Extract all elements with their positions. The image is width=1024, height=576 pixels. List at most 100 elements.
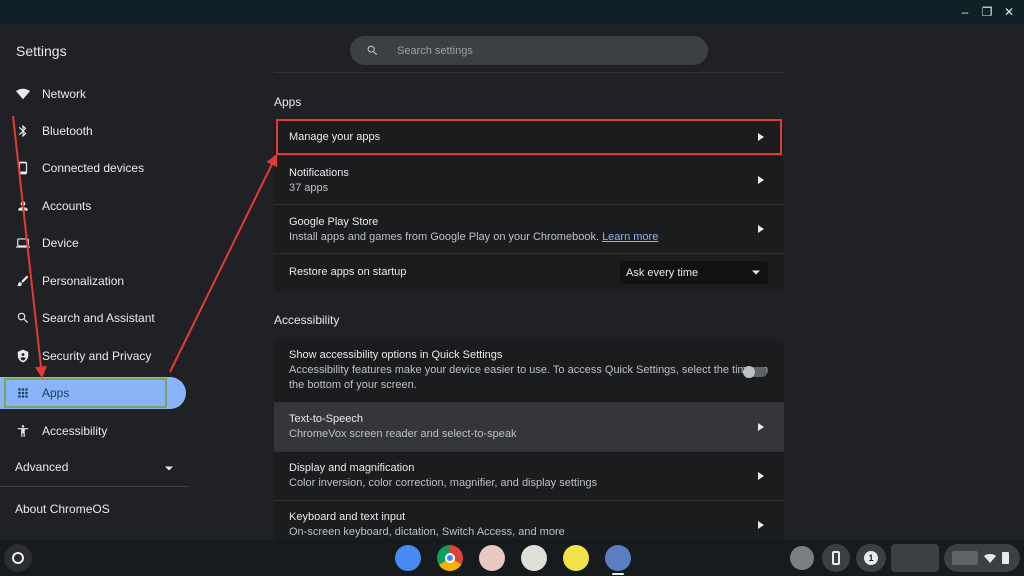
- sidebar-divider: [0, 486, 188, 487]
- close-button[interactable]: ✕: [1000, 4, 1018, 20]
- header-divider: [274, 72, 784, 73]
- sidebar-item-label: Connected devices: [42, 161, 145, 175]
- accessibility-icon: [16, 424, 30, 438]
- notification-tray[interactable]: 1: [856, 544, 886, 572]
- chevron-right-icon: [758, 176, 764, 184]
- launcher-button[interactable]: [4, 544, 32, 572]
- files-app-icon[interactable]: [395, 545, 421, 571]
- restore-apps-value: Ask every time: [626, 266, 699, 279]
- phone-hub-button[interactable]: [822, 544, 850, 572]
- sidebar-item-label: Device: [42, 236, 79, 250]
- display-title: Display and magnification: [289, 462, 415, 474]
- notification-count-badge: 1: [864, 551, 878, 565]
- sidebar-item-connected-devices[interactable]: Connected devices: [0, 152, 186, 184]
- play-store-description: Install apps and games from Google Play …: [289, 231, 599, 243]
- chrome-app-icon[interactable]: [437, 545, 463, 571]
- status-area[interactable]: [944, 544, 1020, 572]
- sidebar-item-search-assistant[interactable]: Search and Assistant: [0, 302, 186, 334]
- toggle-knob: [743, 366, 755, 378]
- sidebar-item-bluetooth[interactable]: Bluetooth: [0, 115, 186, 147]
- sidebar-item-personalization[interactable]: Personalization: [0, 265, 186, 297]
- window-titlebar: – ❐ ✕: [0, 0, 1024, 24]
- play-store-row[interactable]: Google Play Store Install apps and games…: [274, 205, 784, 254]
- active-app-indicator: [612, 573, 624, 575]
- app-icon-3[interactable]: [479, 545, 505, 571]
- status-area-time: [952, 551, 978, 565]
- display-magnification-row[interactable]: Display and magnification Color inversio…: [274, 452, 784, 501]
- restore-apps-row: Restore apps on startup Ask every time: [274, 254, 784, 291]
- notifications-title: Notifications: [289, 167, 349, 179]
- sidebar-item-label: Security and Privacy: [42, 349, 152, 363]
- settings-app: Settings Network Bluetooth Connected dev…: [0, 24, 1024, 540]
- quick-settings-desc-line1: Accessibility features make your device …: [289, 364, 769, 376]
- app-icon-4[interactable]: [521, 545, 547, 571]
- search-bar[interactable]: [350, 36, 708, 65]
- play-store-title: Google Play Store: [289, 216, 379, 228]
- sidebar-item-label: Personalization: [42, 274, 125, 288]
- wifi-status-icon: [984, 554, 996, 563]
- sidebar-item-label: Bluetooth: [42, 124, 93, 138]
- launcher-icon: [12, 552, 24, 564]
- search-icon: [367, 45, 378, 56]
- sidebar: Settings Network Bluetooth Connected dev…: [0, 24, 195, 540]
- sidebar-item-label: Accounts: [42, 199, 92, 213]
- phone-icon: [16, 161, 30, 175]
- advanced-label: Advanced: [15, 460, 69, 474]
- learn-more-link[interactable]: Learn more: [602, 231, 658, 243]
- search-input[interactable]: [397, 44, 677, 57]
- bluetooth-icon: [16, 124, 30, 138]
- text-to-speech-row[interactable]: Text-to-Speech ChromeVox screen reader a…: [274, 403, 784, 452]
- battery-icon: [1002, 552, 1009, 564]
- dropdown-arrow-icon: [752, 270, 760, 275]
- section-title-accessibility: Accessibility: [274, 313, 340, 327]
- chevron-down-icon: [165, 460, 173, 474]
- sidebar-item-label: Accessibility: [42, 424, 108, 438]
- app-icon-5[interactable]: [563, 545, 589, 571]
- phone-icon: [832, 551, 840, 565]
- accessibility-card: Show accessibility options in Quick Sett…: [274, 339, 784, 540]
- section-title-apps: Apps: [274, 95, 302, 109]
- display-subtitle: Color inversion, color correction, magni…: [289, 477, 598, 489]
- notifications-row[interactable]: Notifications 37 apps: [274, 156, 784, 205]
- sidebar-item-security-privacy[interactable]: Security and Privacy: [0, 340, 186, 372]
- chevron-right-icon: [758, 472, 764, 480]
- keyboard-text-input-row[interactable]: Keyboard and text input On-screen keyboa…: [274, 501, 784, 540]
- annotation-highlight-manage-apps: [276, 119, 782, 155]
- advanced-expander[interactable]: Advanced: [15, 460, 173, 474]
- shelf: 1: [0, 540, 1024, 576]
- laptop-icon: [16, 236, 30, 250]
- play-store-subtitle: Install apps and games from Google Play …: [289, 231, 658, 243]
- tts-subtitle: ChromeVox screen reader and select-to-sp…: [289, 428, 517, 440]
- quick-settings-toggle[interactable]: [743, 366, 767, 378]
- sidebar-item-label: Network: [42, 87, 87, 101]
- search-icon: [16, 311, 30, 325]
- chevron-right-icon: [758, 225, 764, 233]
- quick-settings-desc-line2: the bottom of your screen.: [289, 379, 417, 391]
- minimize-button[interactable]: –: [956, 4, 974, 20]
- keyboard-subtitle: On-screen keyboard, dictation, Switch Ac…: [289, 526, 565, 538]
- app-title: Settings: [16, 43, 67, 59]
- sidebar-item-accounts[interactable]: Accounts: [0, 190, 186, 222]
- tts-title: Text-to-Speech: [289, 413, 363, 425]
- user-avatar[interactable]: [790, 546, 814, 570]
- shield-icon: [16, 349, 30, 363]
- sidebar-item-network[interactable]: Network: [0, 78, 186, 110]
- settings-app-icon[interactable]: [605, 545, 631, 571]
- sidebar-item-label: Search and Assistant: [42, 311, 155, 325]
- wifi-icon: [16, 87, 30, 101]
- person-icon: [16, 199, 30, 213]
- keyboard-title: Keyboard and text input: [289, 511, 406, 523]
- tray-button[interactable]: [891, 544, 939, 572]
- chevron-right-icon: [758, 521, 764, 529]
- quick-settings-row[interactable]: Show accessibility options in Quick Sett…: [274, 339, 784, 403]
- restore-apps-label: Restore apps on startup: [289, 266, 407, 278]
- restore-button[interactable]: ❐: [978, 4, 996, 20]
- sidebar-item-accessibility[interactable]: Accessibility: [0, 415, 186, 447]
- sidebar-item-about[interactable]: About ChromeOS: [15, 502, 110, 516]
- chevron-right-icon: [758, 423, 764, 431]
- annotation-highlight-apps: [4, 378, 167, 408]
- brush-icon: [16, 274, 30, 288]
- restore-apps-dropdown[interactable]: Ask every time: [620, 261, 768, 284]
- notifications-subtitle: 37 apps: [289, 182, 329, 194]
- sidebar-item-device[interactable]: Device: [0, 227, 186, 259]
